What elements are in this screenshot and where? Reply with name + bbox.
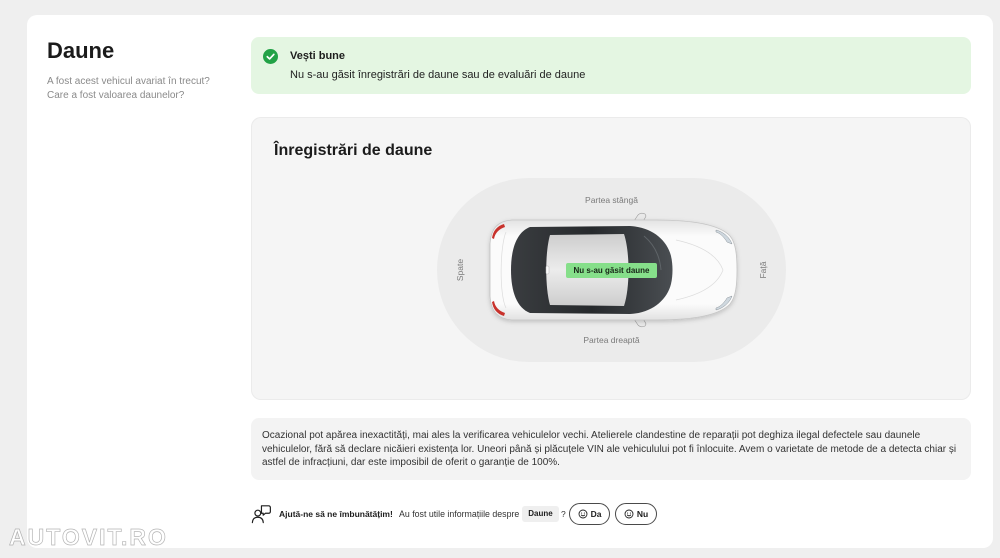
feedback-no-label: Nu — [636, 509, 649, 519]
disclaimer-line: Ocazional pot apărea inexactități, mai a… — [262, 430, 921, 441]
alert-message: Nu s-au găsit înregistrări de daune sau … — [290, 69, 586, 81]
label-left-side: Partea stângă — [585, 195, 638, 205]
alert-title: Vești bune — [290, 50, 346, 62]
smiley-icon — [624, 509, 634, 519]
disclaimer-line: astfel de infracțiuni, dar este imposibi… — [262, 457, 560, 468]
feedback-person-icon — [251, 504, 271, 524]
feedback-topic-chip: Daune — [522, 506, 559, 522]
section-subtitle: A fost acest vehicul avariat în trecut? … — [47, 76, 210, 101]
good-news-alert: Vești bune Nu s-au găsit înregistrări de… — [251, 37, 971, 94]
watermark-logo: AUTOVIT.RO — [9, 524, 168, 551]
label-front: Față — [758, 261, 768, 279]
page: Daune A fost acest vehicul avariat în tr… — [0, 0, 1000, 558]
feedback-yes-label: Da — [590, 509, 602, 519]
check-circle-icon — [263, 49, 278, 64]
feedback-no-button[interactable]: Nu — [615, 503, 657, 525]
feedback-prompt: Ajută-ne să ne îmbunătățim! — [279, 509, 393, 519]
damage-records-panel: Înregistrări de daune Partea stângă Part… — [251, 117, 971, 400]
feedback-question-mark: ? — [561, 509, 566, 519]
section-title: Daune — [47, 38, 115, 63]
disclaimer-line: vehiculelor, fără să declare nicăieri ex… — [262, 443, 957, 455]
vehicle-damage-diagram: Partea stângă Partea dreaptă Spate Față — [437, 178, 786, 362]
feedback-yes-button[interactable]: Da — [569, 503, 610, 525]
label-rear: Spate — [455, 258, 465, 282]
label-right-side: Partea dreaptă — [583, 335, 640, 345]
smiley-icon — [578, 509, 588, 519]
damage-records-title: Înregistrări de daune — [274, 142, 433, 159]
disclaimer-box: Ocazional pot apărea inexactități, mai a… — [251, 418, 971, 480]
no-damage-badge: Nu s-au găsit daune — [566, 263, 657, 278]
feedback-question: Au fost utile informațiile despre — [399, 509, 520, 519]
